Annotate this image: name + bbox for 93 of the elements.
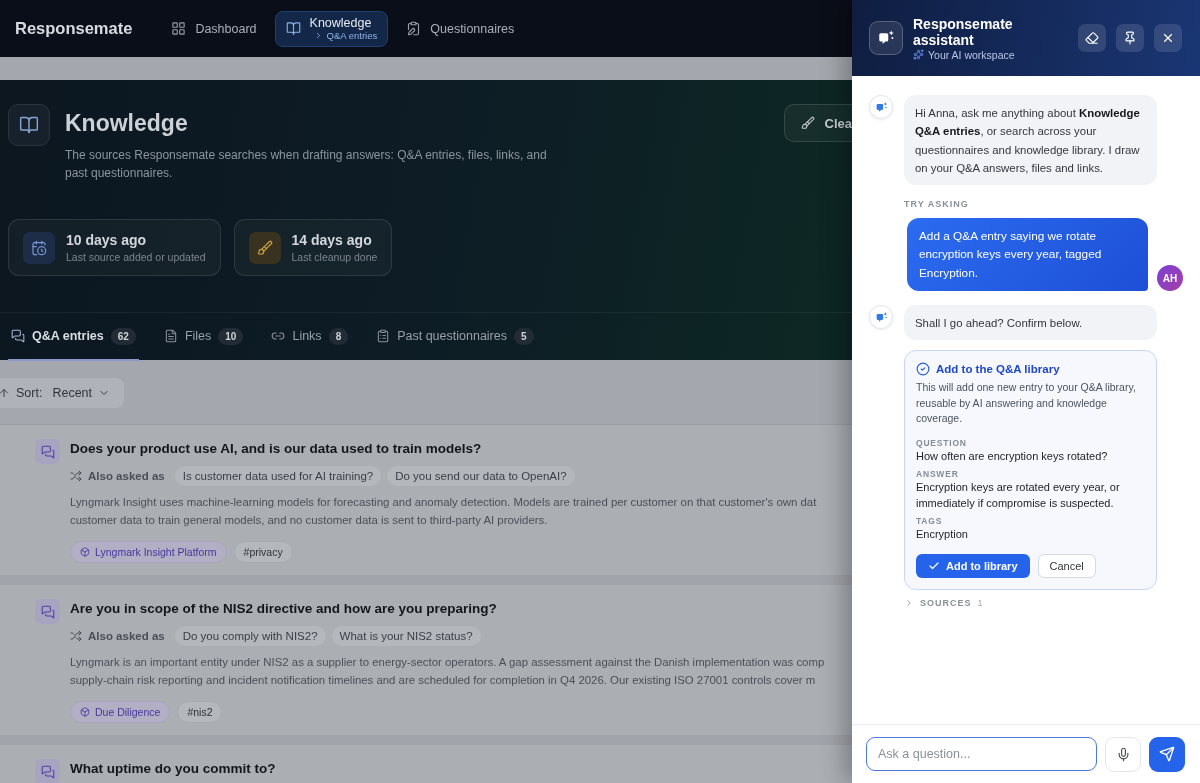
answer-text: customer data to train general models, and no customer data is sent to third-party AI providers. — [70, 513, 549, 528]
user-avatar: AH — [1157, 265, 1183, 292]
question-title: What uptime do you commit to? — [70, 760, 276, 778]
alternate-question: Is customer data used for AI training? — [174, 466, 382, 486]
also-asked-label: Also asked as — [88, 630, 165, 642]
entry-card[interactable] — [0, 585, 852, 735]
field-value: Encryption keys are rotated every year, or immediately if compromise is suspected. — [916, 480, 1121, 511]
confirmation-description: This will add one new entry to your Q&A library, reusable by AI answering and knowledge coverage. — [916, 380, 1137, 427]
question-input[interactable]: Ask a question... — [866, 737, 1097, 771]
microphone-icon — [1115, 746, 1131, 762]
alternate-question: What is your NIS2 status? — [331, 626, 481, 646]
nav-item[interactable]: Dashboard — [160, 10, 268, 47]
assistant-message: Hi Anna, ask me anything about Knowledge Q&A entries, or search across your questionnaires and knowledge library. I draw on your Q&A answers, files and links. — [904, 95, 1157, 186]
microphone-button[interactable] — [1105, 736, 1141, 772]
count-badge: 62 — [110, 327, 136, 345]
cube-icon — [80, 547, 90, 557]
field-value: How often are encryption keys rotated? — [916, 448, 1109, 464]
stat-value: 10 days ago — [66, 232, 148, 248]
cancel-button[interactable]: Cancel — [1037, 553, 1096, 578]
shuffle-icon — [70, 630, 82, 642]
tab[interactable]: Past questionnaires 5 — [373, 313, 537, 361]
brush-icon — [800, 116, 815, 130]
send-button[interactable] — [1149, 736, 1185, 772]
clipboard-icon — [376, 329, 391, 343]
sparkles-icon — [913, 49, 924, 60]
tab[interactable]: Q&A entries 62 — [8, 313, 139, 361]
hashtag-tag: #nis2 — [177, 701, 223, 723]
assistant-message: Shall I go ahead? Confirm below. — [904, 305, 1157, 341]
chat-bubbles-icon — [35, 759, 60, 783]
tab[interactable]: Files 10 — [160, 313, 247, 361]
link-icon — [271, 329, 286, 343]
answer-text: Lyngmark is an important entity under NIS2 as a supplier to energy-sector operators. A gap assessment against the Danish implementation was comp — [70, 655, 825, 670]
field-label: ANSWER — [916, 469, 960, 480]
pin-button[interactable] — [1116, 24, 1144, 52]
alternate-question: Do you send our data to OpenAI? — [387, 466, 575, 486]
arrow-up-icon — [0, 387, 10, 399]
file-icon — [163, 329, 178, 343]
chat-bubbles-icon — [35, 439, 60, 464]
product-tag: Due Diligence — [70, 701, 171, 723]
book-icon — [285, 21, 301, 36]
answer-text: Lyngmark Insight uses machine-learning models for forecasting and anomaly detection. Models are trained per customer on that customer's own dat — [70, 495, 817, 510]
calendar-clock-icon — [23, 231, 55, 264]
cube-icon — [80, 707, 90, 717]
nav-item[interactable]: Knowledge Q&A entries — [274, 10, 389, 47]
send-icon — [1159, 746, 1175, 762]
count-badge: 8 — [328, 327, 349, 345]
assistant-logo-icon — [869, 21, 903, 55]
chat-bubbles-icon — [35, 599, 60, 624]
cleanup-button[interactable]: Clea — [783, 104, 852, 142]
page-description: The sources Responsemate searches when drafting answers: Q&A entries, files, links, and past questionnaires. — [65, 147, 548, 182]
book-icon — [8, 104, 50, 146]
product-tag: Lyngmark Insight Platform — [70, 541, 227, 563]
entry-card[interactable] — [0, 425, 852, 575]
section-label: TRY ASKING — [904, 199, 970, 210]
count-badge: 5 — [514, 327, 534, 345]
add-to-library-button[interactable]: Add to library — [916, 553, 1030, 578]
answer-text: supply-chain risk reporting and incident notification timelines and are scheduled for completion in Q4 2026. Our existing ISO 27001 controls cover m — [70, 673, 817, 688]
count-badge: 10 — [218, 327, 244, 345]
clear-chat-button[interactable] — [1078, 24, 1106, 52]
stat-label: Last cleanup done — [291, 251, 378, 263]
entry-card[interactable]: What uptime do you commit to? — [0, 745, 852, 783]
field-label: QUESTION — [916, 437, 968, 448]
brand-name[interactable]: Responsemate — [15, 19, 133, 38]
field-value: Encryption — [916, 527, 969, 543]
question-title: Does your product use AI, and is our data used to train models? — [70, 440, 483, 458]
assistant-avatar-icon — [869, 305, 893, 330]
assistant-avatar-icon — [869, 95, 893, 119]
hashtag-tag: #privacy — [233, 541, 293, 563]
nav-item[interactable]: Questionnaires — [395, 10, 526, 47]
assistant-title: Responsemate assistant — [913, 15, 1014, 48]
question-title: Are you in scope of the NIS2 directive and how are you preparing? — [70, 600, 498, 618]
page-title: Knowledge — [65, 109, 189, 137]
assistant-subtitle: Your AI workspace — [928, 48, 1015, 61]
circle-check-icon — [916, 362, 930, 377]
tab[interactable]: Links 8 — [268, 313, 352, 361]
stat-label: Last source added or updated — [66, 251, 206, 263]
brush-icon — [248, 231, 281, 264]
sort-button[interactable]: Sort: Recent — [0, 378, 124, 408]
clipboard-icon — [406, 21, 422, 36]
confirmation-title: Add to the Q&A library — [936, 363, 1060, 376]
also-asked-label: Also asked as — [88, 470, 165, 482]
field-label: TAGS — [916, 516, 944, 527]
chevron-right-icon — [904, 597, 914, 608]
close-icon — [1161, 31, 1175, 45]
close-button[interactable] — [1154, 24, 1182, 52]
alternate-question: Do you comply with NIS2? — [174, 626, 326, 646]
stat-value: 14 days ago — [291, 232, 373, 248]
shuffle-icon — [70, 470, 82, 482]
user-message: Add a Q&A entry saying we rotate encryption keys every year, tagged Encryption. — [907, 218, 1148, 292]
grid-icon — [171, 21, 187, 36]
chat-bubbles-icon — [11, 329, 25, 343]
pin-icon — [1123, 31, 1137, 45]
eraser-icon — [1085, 31, 1099, 45]
